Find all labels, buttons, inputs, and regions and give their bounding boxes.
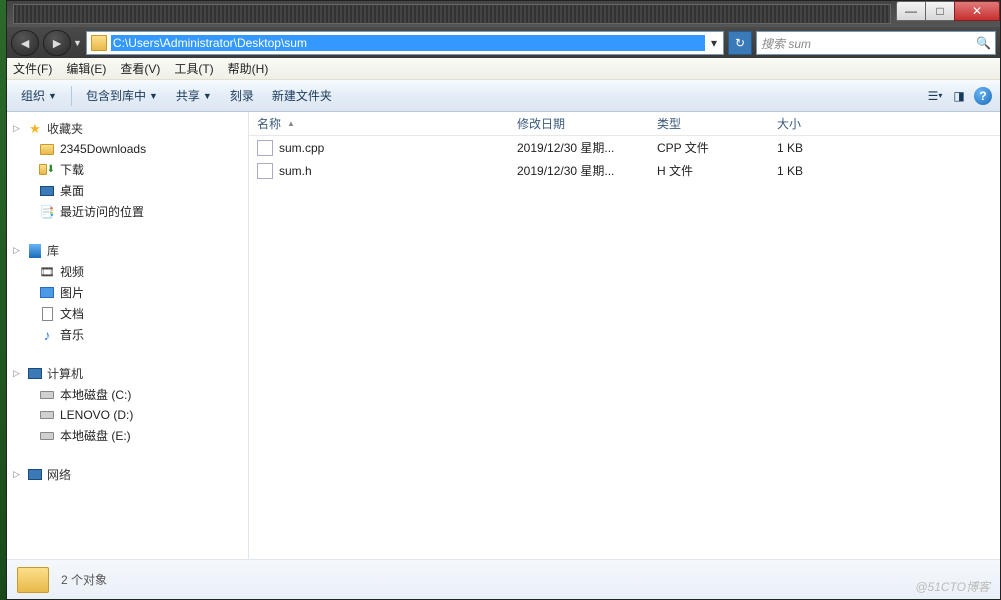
watermark: @51CTO博客 bbox=[915, 578, 990, 595]
search-icon[interactable]: 🔍 bbox=[976, 36, 991, 50]
status-bar: 2 个对象 @51CTO博客 bbox=[7, 559, 1000, 599]
sidebar: ▷★收藏夹 2345Downloads 下载 桌面 最近访问的位置 ▷库 视频 … bbox=[7, 112, 249, 559]
file-icon bbox=[257, 163, 273, 179]
file-row[interactable]: sum.h 2019/12/30 星期... H 文件 1 KB bbox=[249, 159, 1000, 182]
libraries-group[interactable]: ▷库 bbox=[13, 240, 248, 261]
nav-row: ◄ ► ▼ C:\Users\Administrator\Desktop\sum… bbox=[7, 27, 1000, 59]
forward-button[interactable]: ► bbox=[43, 30, 71, 56]
menu-edit[interactable]: 编辑(E) bbox=[66, 60, 106, 77]
status-text: 2 个对象 bbox=[61, 571, 107, 588]
preview-pane-button[interactable]: ◨ bbox=[950, 87, 968, 105]
sidebar-item-pictures[interactable]: 图片 bbox=[13, 282, 248, 303]
main-area: ▷★收藏夹 2345Downloads 下载 桌面 最近访问的位置 ▷库 视频 … bbox=[7, 112, 1000, 559]
titlebar[interactable]: — □ ✕ bbox=[7, 1, 1000, 27]
search-placeholder: 搜索 sum bbox=[761, 35, 811, 52]
sidebar-item-drive-d[interactable]: LENOVO (D:) bbox=[13, 405, 248, 425]
sort-asc-icon: ▲ bbox=[287, 119, 295, 128]
file-icon bbox=[257, 140, 273, 156]
col-name[interactable]: 名称▲ bbox=[257, 115, 517, 132]
new-folder-button[interactable]: 新建文件夹 bbox=[266, 84, 338, 107]
sidebar-item-documents[interactable]: 文档 bbox=[13, 303, 248, 324]
column-headers: 名称▲ 修改日期 类型 大小 bbox=[249, 112, 1000, 136]
back-button[interactable]: ◄ bbox=[11, 30, 39, 56]
folder-icon bbox=[17, 567, 49, 593]
sidebar-item-videos[interactable]: 视频 bbox=[13, 261, 248, 282]
menu-help[interactable]: 帮助(H) bbox=[228, 60, 269, 77]
address-bar[interactable]: C:\Users\Administrator\Desktop\sum ▾ bbox=[86, 31, 724, 55]
menu-file[interactable]: 文件(F) bbox=[13, 60, 52, 77]
minimize-button[interactable]: — bbox=[896, 1, 926, 21]
view-mode-button[interactable]: ☰▾ bbox=[926, 87, 944, 105]
file-row[interactable]: sum.cpp 2019/12/30 星期... CPP 文件 1 KB bbox=[249, 136, 1000, 159]
toolbar: 组织▼ 包含到库中▼ 共享▼ 刻录 新建文件夹 ☰▾ ◨ ? bbox=[7, 80, 1000, 112]
menu-view[interactable]: 查看(V) bbox=[120, 60, 160, 77]
sidebar-item-2345downloads[interactable]: 2345Downloads bbox=[13, 139, 248, 159]
help-icon[interactable]: ? bbox=[974, 87, 992, 105]
sidebar-item-recent[interactable]: 最近访问的位置 bbox=[13, 201, 248, 222]
menu-bar: 文件(F) 编辑(E) 查看(V) 工具(T) 帮助(H) bbox=[7, 58, 1000, 80]
network-group[interactable]: ▷网络 bbox=[13, 464, 248, 485]
search-input[interactable]: 搜索 sum 🔍 bbox=[756, 31, 996, 55]
history-dropdown[interactable]: ▼ bbox=[73, 38, 82, 48]
titlebar-drag[interactable] bbox=[13, 4, 891, 24]
address-dropdown[interactable]: ▾ bbox=[705, 36, 723, 50]
maximize-button[interactable]: □ bbox=[925, 1, 955, 21]
window-body: 文件(F) 编辑(E) 查看(V) 工具(T) 帮助(H) 组织▼ 包含到库中▼… bbox=[6, 58, 1001, 600]
sidebar-item-desktop[interactable]: 桌面 bbox=[13, 180, 248, 201]
organize-button[interactable]: 组织▼ bbox=[15, 84, 63, 107]
col-type[interactable]: 类型 bbox=[657, 115, 777, 132]
address-text[interactable]: C:\Users\Administrator\Desktop\sum bbox=[111, 35, 705, 51]
content-pane: 名称▲ 修改日期 类型 大小 sum.cpp 2019/12/30 星期... … bbox=[249, 112, 1000, 559]
sidebar-item-drive-c[interactable]: 本地磁盘 (C:) bbox=[13, 384, 248, 405]
burn-button[interactable]: 刻录 bbox=[224, 84, 260, 107]
col-size[interactable]: 大小 bbox=[777, 115, 897, 132]
favorites-group[interactable]: ▷★收藏夹 bbox=[13, 118, 248, 139]
close-button[interactable]: ✕ bbox=[954, 1, 1000, 21]
menu-tools[interactable]: 工具(T) bbox=[174, 60, 213, 77]
computer-group[interactable]: ▷计算机 bbox=[13, 363, 248, 384]
folder-icon bbox=[91, 35, 107, 51]
sep bbox=[71, 86, 72, 106]
sidebar-item-music[interactable]: 音乐 bbox=[13, 324, 248, 345]
sidebar-item-drive-e[interactable]: 本地磁盘 (E:) bbox=[13, 425, 248, 446]
refresh-button[interactable]: ↻ bbox=[728, 31, 752, 55]
sidebar-item-downloads[interactable]: 下载 bbox=[13, 159, 248, 180]
include-library-button[interactable]: 包含到库中▼ bbox=[80, 84, 164, 107]
col-date[interactable]: 修改日期 bbox=[517, 115, 657, 132]
share-button[interactable]: 共享▼ bbox=[170, 84, 218, 107]
